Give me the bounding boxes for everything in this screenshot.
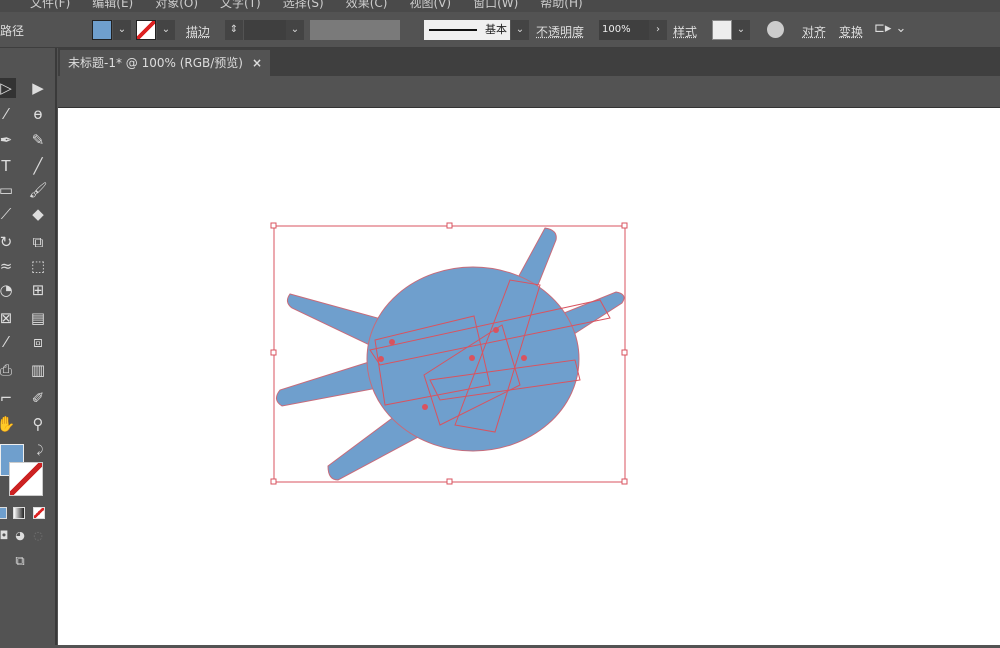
rectangle-tool-icon[interactable]: ▭	[0, 180, 16, 200]
ruler-strip	[58, 76, 1000, 108]
artwork[interactable]	[58, 108, 1000, 645]
menu-select[interactable]: 选择(S)	[283, 0, 324, 11]
blend-tool-icon[interactable]: ⧈	[28, 332, 48, 352]
handle-tc[interactable]	[446, 222, 453, 229]
menu-help[interactable]: 帮助(H)	[540, 0, 582, 11]
control-bar: 路径 ⌄ ⌄ 描边 ⇕ ⌄ 基本 ⌄ 不透明度 100% › 样式 ⌄ 对齐 变…	[0, 12, 1000, 48]
stroke-swatch[interactable]	[136, 20, 156, 40]
stroke-dropdown[interactable]: ⌄	[157, 20, 175, 40]
menu-bar: 文件(F) 编辑(E) 对象(O) 文字(T) 选择(S) 效果(C) 视图(V…	[0, 0, 1000, 12]
screen-mode-icon[interactable]: ⧉	[10, 552, 30, 572]
handle-bl[interactable]	[270, 478, 277, 485]
artboard-canvas[interactable]	[58, 108, 1000, 645]
stroke-weight-input[interactable]	[244, 20, 286, 40]
document-tab[interactable]: 未标题-1* @ 100% (RGB/预览) ×	[60, 50, 270, 76]
none-mode-icon[interactable]	[33, 507, 45, 519]
fill-dropdown[interactable]: ⌄	[113, 20, 131, 40]
color-mode-icon[interactable]	[0, 507, 7, 519]
shaper-tool-icon[interactable]: ⟋	[0, 204, 16, 224]
menu-window[interactable]: 窗口(W)	[473, 0, 518, 11]
warp-tool-icon[interactable]: ≈	[0, 256, 16, 276]
eraser-tool-icon[interactable]: ◆	[28, 204, 48, 224]
brush-dropdown[interactable]: ⌄	[511, 20, 529, 40]
close-tab-icon[interactable]: ×	[252, 50, 262, 76]
stroke-color-box[interactable]	[9, 462, 43, 496]
variable-width-profile[interactable]	[310, 20, 400, 40]
pen-tool-icon[interactable]: ✒	[0, 130, 16, 150]
artboard-tool-icon[interactable]: ⌐	[0, 388, 16, 408]
document-tab-bar: 未标题-1* @ 100% (RGB/预览) ×	[58, 48, 1000, 76]
selection-tool-icon[interactable]: ▷	[0, 78, 16, 98]
direct-selection-tool-icon[interactable]: ▶	[28, 78, 48, 98]
menu-type[interactable]: 文字(T)	[220, 0, 261, 11]
handle-tr[interactable]	[621, 222, 628, 229]
draw-behind-icon[interactable]: ◕	[10, 526, 30, 546]
hand-tool-icon[interactable]: ✋	[0, 414, 16, 434]
align-button[interactable]: 对齐	[802, 23, 826, 40]
tab-title: 未标题-1* @ 100% (RGB/预览)	[68, 56, 243, 70]
draw-inside-icon[interactable]: ◌	[28, 526, 48, 546]
handle-br[interactable]	[621, 478, 628, 485]
handle-tl[interactable]	[270, 222, 277, 229]
free-transform-tool-icon[interactable]: ⬚	[28, 256, 48, 276]
line-tool-icon[interactable]: ╱	[28, 156, 48, 176]
isolate-icon[interactable]: ⊏▸ ⌄	[874, 21, 906, 36]
style-swatch[interactable]	[712, 20, 732, 40]
handle-mr[interactable]	[621, 349, 628, 356]
slice-tool-icon[interactable]: ✐	[28, 388, 48, 408]
menu-object[interactable]: 对象(O)	[155, 0, 198, 11]
scale-tool-icon[interactable]: ⧉	[28, 232, 48, 252]
curvature-tool-icon[interactable]: ✎	[28, 130, 48, 150]
lasso-tool-icon[interactable]: ɵ	[28, 104, 48, 124]
perspective-grid-tool-icon[interactable]: ⊞	[28, 280, 48, 300]
opacity-expand[interactable]: ›	[649, 20, 667, 40]
brush-label: 基本	[485, 23, 507, 36]
gradient-mode-icon[interactable]	[13, 507, 25, 519]
type-tool-icon[interactable]: T	[0, 156, 16, 176]
blue-shape-group[interactable]	[276, 227, 625, 481]
menu-view[interactable]: 视图(V)	[409, 0, 451, 11]
style-label: 样式	[673, 25, 698, 39]
opacity-label: 不透明度	[536, 25, 585, 39]
zoom-tool-icon[interactable]: ⚲	[28, 414, 48, 434]
object-type-label: 路径	[0, 24, 25, 38]
style-dropdown[interactable]: ⌄	[732, 20, 750, 40]
symbol-sprayer-tool-icon[interactable]: ⎙	[0, 360, 16, 380]
transform-button[interactable]: 变换	[839, 23, 863, 40]
opacity-input[interactable]: 100%	[599, 20, 649, 40]
shape-builder-tool-icon[interactable]: ◔	[0, 280, 16, 300]
brush-definition[interactable]: 基本	[424, 20, 510, 40]
stroke-weight-dropdown[interactable]: ⌄	[286, 20, 304, 40]
swap-colors-icon[interactable]: ⤸	[30, 440, 50, 460]
paintbrush-tool-icon[interactable]: 🖌	[28, 180, 48, 200]
gradient-tool-icon[interactable]: ▤	[28, 308, 48, 328]
stroke-label: 描边	[186, 25, 211, 39]
fill-swatch[interactable]	[92, 20, 112, 40]
mesh-tool-icon[interactable]: ⊠	[0, 308, 16, 328]
rotate-tool-icon[interactable]: ↻	[0, 232, 16, 252]
handle-ml[interactable]	[270, 349, 277, 356]
menu-file[interactable]: 文件(F)	[30, 0, 70, 11]
menu-edit[interactable]: 编辑(E)	[92, 0, 133, 11]
handle-bc[interactable]	[446, 478, 453, 485]
magic-wand-tool-icon[interactable]: ⁄	[0, 104, 16, 124]
tools-panel: ▷ ▶ ⁄ ɵ ✒ ✎ T ╱ ▭ 🖌 ⟋ ◆ ↻ ⧉ ≈ ⬚ ◔ ⊞ ⊠ ▤ …	[0, 48, 57, 645]
stroke-weight-stepper[interactable]: ⇕	[225, 20, 243, 40]
eyedropper-tool-icon[interactable]: ⁄	[0, 332, 16, 352]
column-graph-tool-icon[interactable]: ▥	[28, 360, 48, 380]
stroke-line-preview	[429, 29, 477, 31]
menu-effect[interactable]: 效果(C)	[346, 0, 388, 11]
recolor-icon[interactable]	[767, 21, 784, 38]
